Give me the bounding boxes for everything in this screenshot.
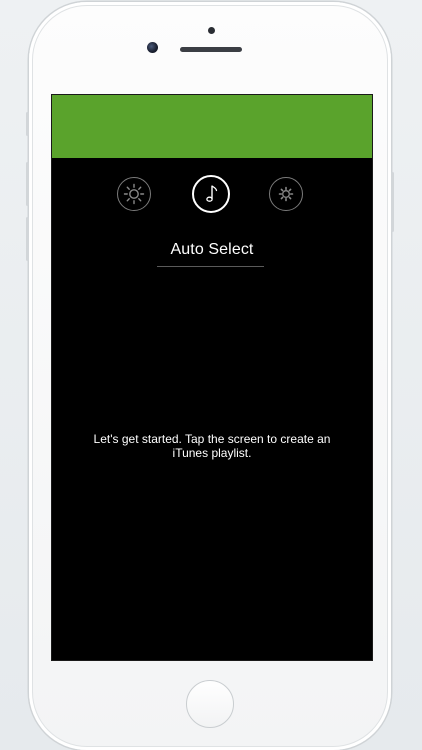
front-camera	[147, 42, 158, 53]
volume-up-button	[26, 162, 29, 206]
home-button[interactable]	[186, 680, 234, 728]
gear-icon	[277, 185, 295, 203]
earpiece-speaker	[180, 47, 242, 52]
mode-selector-underline	[157, 266, 264, 267]
mode-selector-label[interactable]: Auto Select	[52, 241, 372, 259]
power-button	[391, 172, 394, 232]
volume-down-button	[26, 217, 29, 261]
header-bar	[52, 95, 372, 158]
music-mode-button[interactable]	[192, 175, 230, 213]
proximity-sensor	[208, 27, 215, 34]
music-note-icon	[200, 183, 222, 205]
sun-icon	[122, 182, 146, 206]
silent-switch	[26, 112, 29, 136]
settings-mode-button[interactable]	[269, 177, 303, 211]
app-screen[interactable]: Auto Select Let's get started. Tap the s…	[51, 94, 373, 661]
brightness-mode-button[interactable]	[117, 177, 151, 211]
getting-started-message: Let's get started. Tap the screen to cre…	[93, 432, 331, 460]
